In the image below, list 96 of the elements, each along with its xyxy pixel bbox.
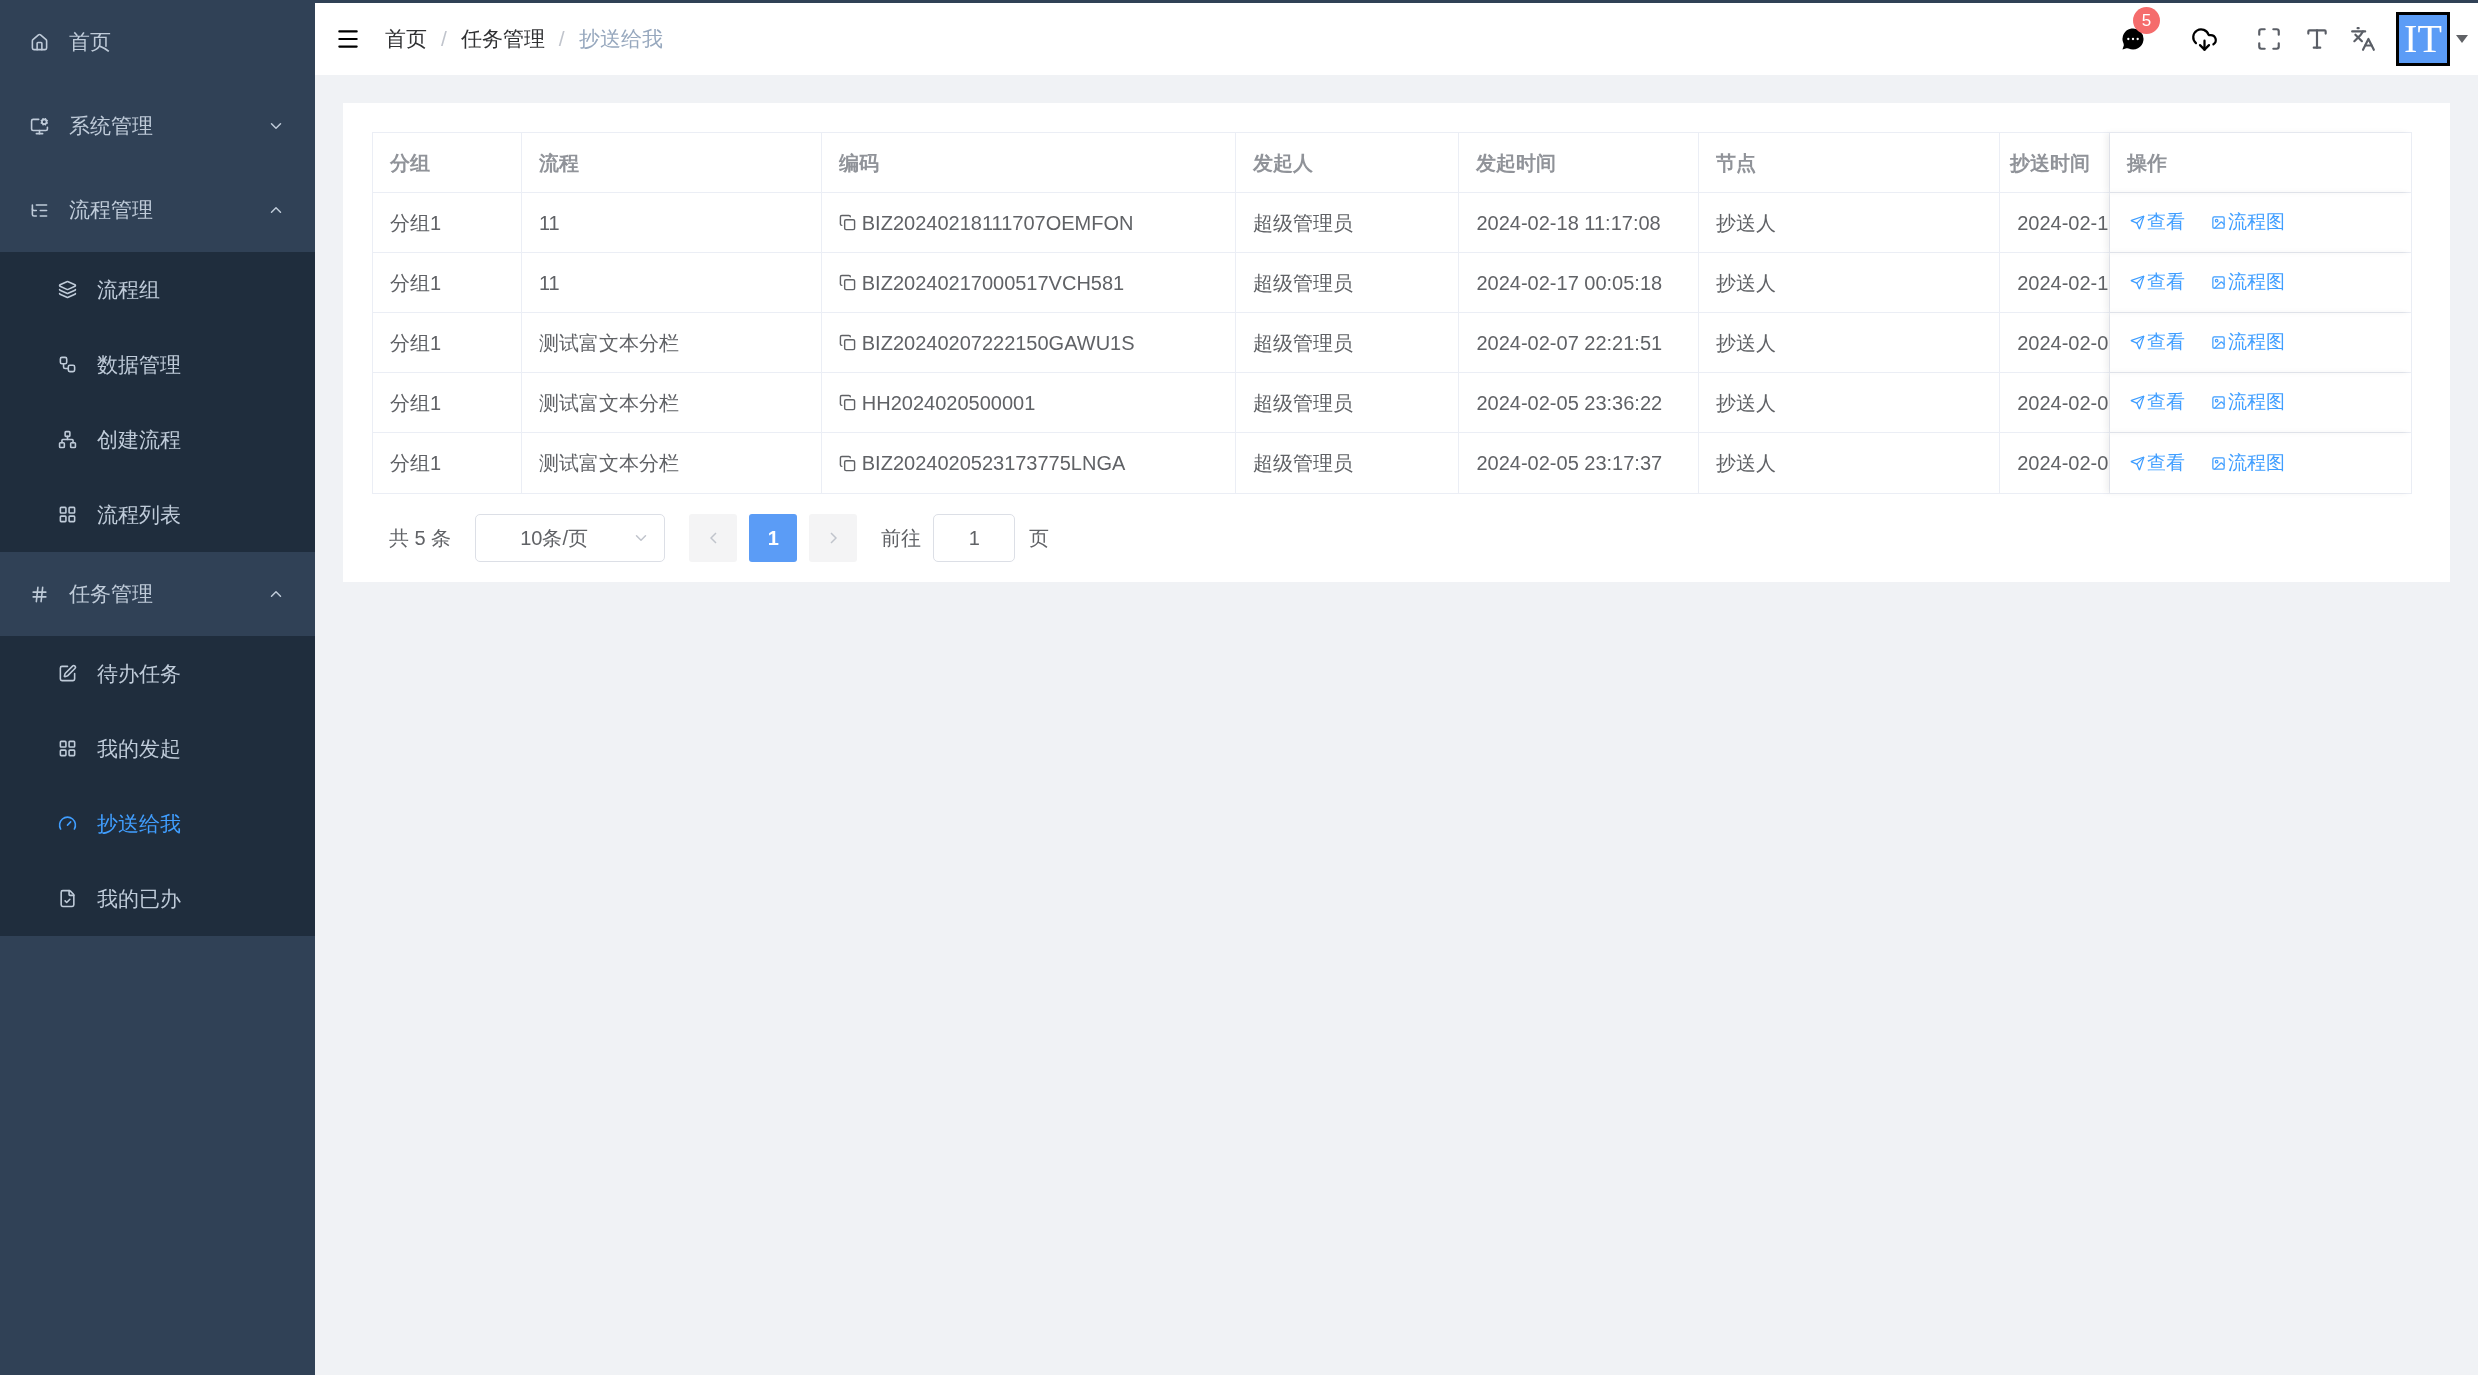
hash-icon <box>30 584 49 604</box>
grid-icon <box>58 505 77 524</box>
table-cell: 抄送人 <box>1699 433 2001 493</box>
cloud-download-icon[interactable] <box>2191 25 2218 53</box>
table-cell: 抄送人 <box>1699 253 2001 312</box>
table-cell: BIZ20240218111707OEMFON <box>821 193 1236 252</box>
send-icon <box>2130 275 2146 290</box>
send-icon <box>2130 395 2146 410</box>
table-cell: BIZ20240217000517VCH581 <box>821 253 1236 312</box>
send-icon <box>2130 215 2146 230</box>
table-cell: 分组1 <box>373 433 522 493</box>
table-cell: 分组1 <box>373 313 522 372</box>
image-icon <box>2211 395 2227 410</box>
image-icon <box>2211 455 2227 471</box>
workflow-icon <box>58 355 77 374</box>
copy-icon[interactable] <box>838 394 856 411</box>
table-cell: 抄送人 <box>1699 313 2001 372</box>
table-cell: HH2024020500001 <box>821 373 1236 432</box>
column-header: 分组 <box>373 133 522 192</box>
image-icon <box>2211 335 2227 350</box>
table-cell: 超级管理员 <box>1235 193 1460 252</box>
column-header: 节点 <box>1699 133 2001 192</box>
chevron-left-icon <box>709 532 717 544</box>
table-cell: 抄送人 <box>1699 373 2001 432</box>
breadcrumb-separator: / <box>441 26 447 53</box>
copy-icon[interactable] <box>838 334 856 351</box>
network-icon <box>58 430 77 449</box>
fullscreen-icon[interactable] <box>2256 26 2282 52</box>
table-cell: 11 <box>521 253 822 312</box>
sidebar-item[interactable]: 数据管理 <box>0 327 315 402</box>
copy-icon[interactable] <box>838 454 856 472</box>
table-cell: 超级管理员 <box>1235 313 1460 372</box>
copy-icon[interactable] <box>838 274 856 291</box>
table-cell: 2024-02-05 23:36:22 <box>1459 373 1700 432</box>
chevron-right-icon <box>829 532 837 544</box>
sidebar-item[interactable]: 我的发起 <box>0 711 315 786</box>
home-icon <box>30 32 49 52</box>
image-icon <box>2211 275 2227 290</box>
font-size-icon[interactable] <box>2304 26 2330 52</box>
column-header: 发起时间 <box>1459 133 1700 192</box>
table-cell: 11 <box>521 193 822 252</box>
column-header: 操作 <box>2110 133 2411 192</box>
gauge-icon <box>58 814 77 833</box>
chat-icon[interactable] <box>2119 25 2147 53</box>
table-cell: 2024-02-18 11:17:08 <box>1459 193 1700 252</box>
goto-label: 前往 <box>881 526 922 551</box>
table-cell: 2024-02-05 23:17:37 <box>1459 433 1700 493</box>
sidebar-item[interactable]: 创建流程 <box>0 402 315 477</box>
table-cell: 2024-02-0 <box>2000 373 2111 432</box>
table-cell: 超级管理员 <box>1235 433 1460 493</box>
total-count: 共 5 条 <box>389 526 452 551</box>
column-header: 编码 <box>821 133 1236 192</box>
translate-icon[interactable] <box>2350 26 2376 52</box>
column-header: 流程 <box>521 133 822 192</box>
table-cell: 测试富文本分栏 <box>521 313 822 372</box>
breadcrumb-item[interactable]: 首页 <box>385 23 427 55</box>
table-cell: BIZ2024020523173775LNGA <box>821 433 1236 493</box>
send-icon <box>2130 455 2146 471</box>
page-input[interactable]: 1 <box>933 514 1016 562</box>
table-cell: 2024-02-1 <box>2000 193 2111 252</box>
table-cell: 分组1 <box>373 373 522 432</box>
table-cell: 2024-02-0 <box>2000 433 2111 493</box>
caret-down-icon[interactable] <box>2456 35 2468 43</box>
table-cell: 超级管理员 <box>1235 253 1460 312</box>
table-cell: 2024-02-07 22:21:51 <box>1459 313 1700 372</box>
copy-icon[interactable] <box>838 214 856 231</box>
table-cell: 2024-02-1 <box>2000 253 2111 312</box>
column-header: 抄送时间 <box>2000 133 2111 192</box>
image-icon <box>2211 215 2227 230</box>
column-header: 发起人 <box>1235 133 1460 192</box>
sidebar-item[interactable]: 流程列表 <box>0 477 315 552</box>
send-icon <box>2130 335 2146 350</box>
table-cell: 超级管理员 <box>1235 373 1460 432</box>
table-cell: 2024-02-17 00:05:18 <box>1459 253 1700 312</box>
monitor-gear-icon <box>30 116 49 136</box>
table-cell: BIZ20240207222150GAWU1S <box>821 313 1236 372</box>
grid-icon <box>58 739 77 758</box>
sidebar-item[interactable]: 流程组 <box>0 252 315 327</box>
page-size-select[interactable]: 10条/页 <box>475 514 666 562</box>
breadcrumb-item[interactable]: 任务管理 <box>460 23 545 55</box>
breadcrumb-separator: / <box>558 26 565 53</box>
notification-badge: 5 <box>2133 7 2160 34</box>
table-cell: 抄送人 <box>1699 193 2001 252</box>
page-suffix: 页 <box>1029 526 1050 551</box>
sidebar-item[interactable]: 抄送给我 <box>0 786 315 861</box>
table-cell: 分组1 <box>373 253 522 312</box>
table-cell: 2024-02-0 <box>2000 313 2111 372</box>
edit-icon <box>58 664 77 683</box>
file-check-icon <box>58 889 77 908</box>
table-cell: 分组1 <box>373 193 522 252</box>
sidebar-item[interactable]: 我的已办 <box>0 861 315 936</box>
table-cell: 测试富文本分栏 <box>521 373 822 432</box>
sidebar-item[interactable]: 待办任务 <box>0 636 315 711</box>
breadcrumb-item: 抄送给我 <box>578 26 663 53</box>
table-cell: 测试富文本分栏 <box>521 433 822 493</box>
layers-icon <box>58 280 77 299</box>
